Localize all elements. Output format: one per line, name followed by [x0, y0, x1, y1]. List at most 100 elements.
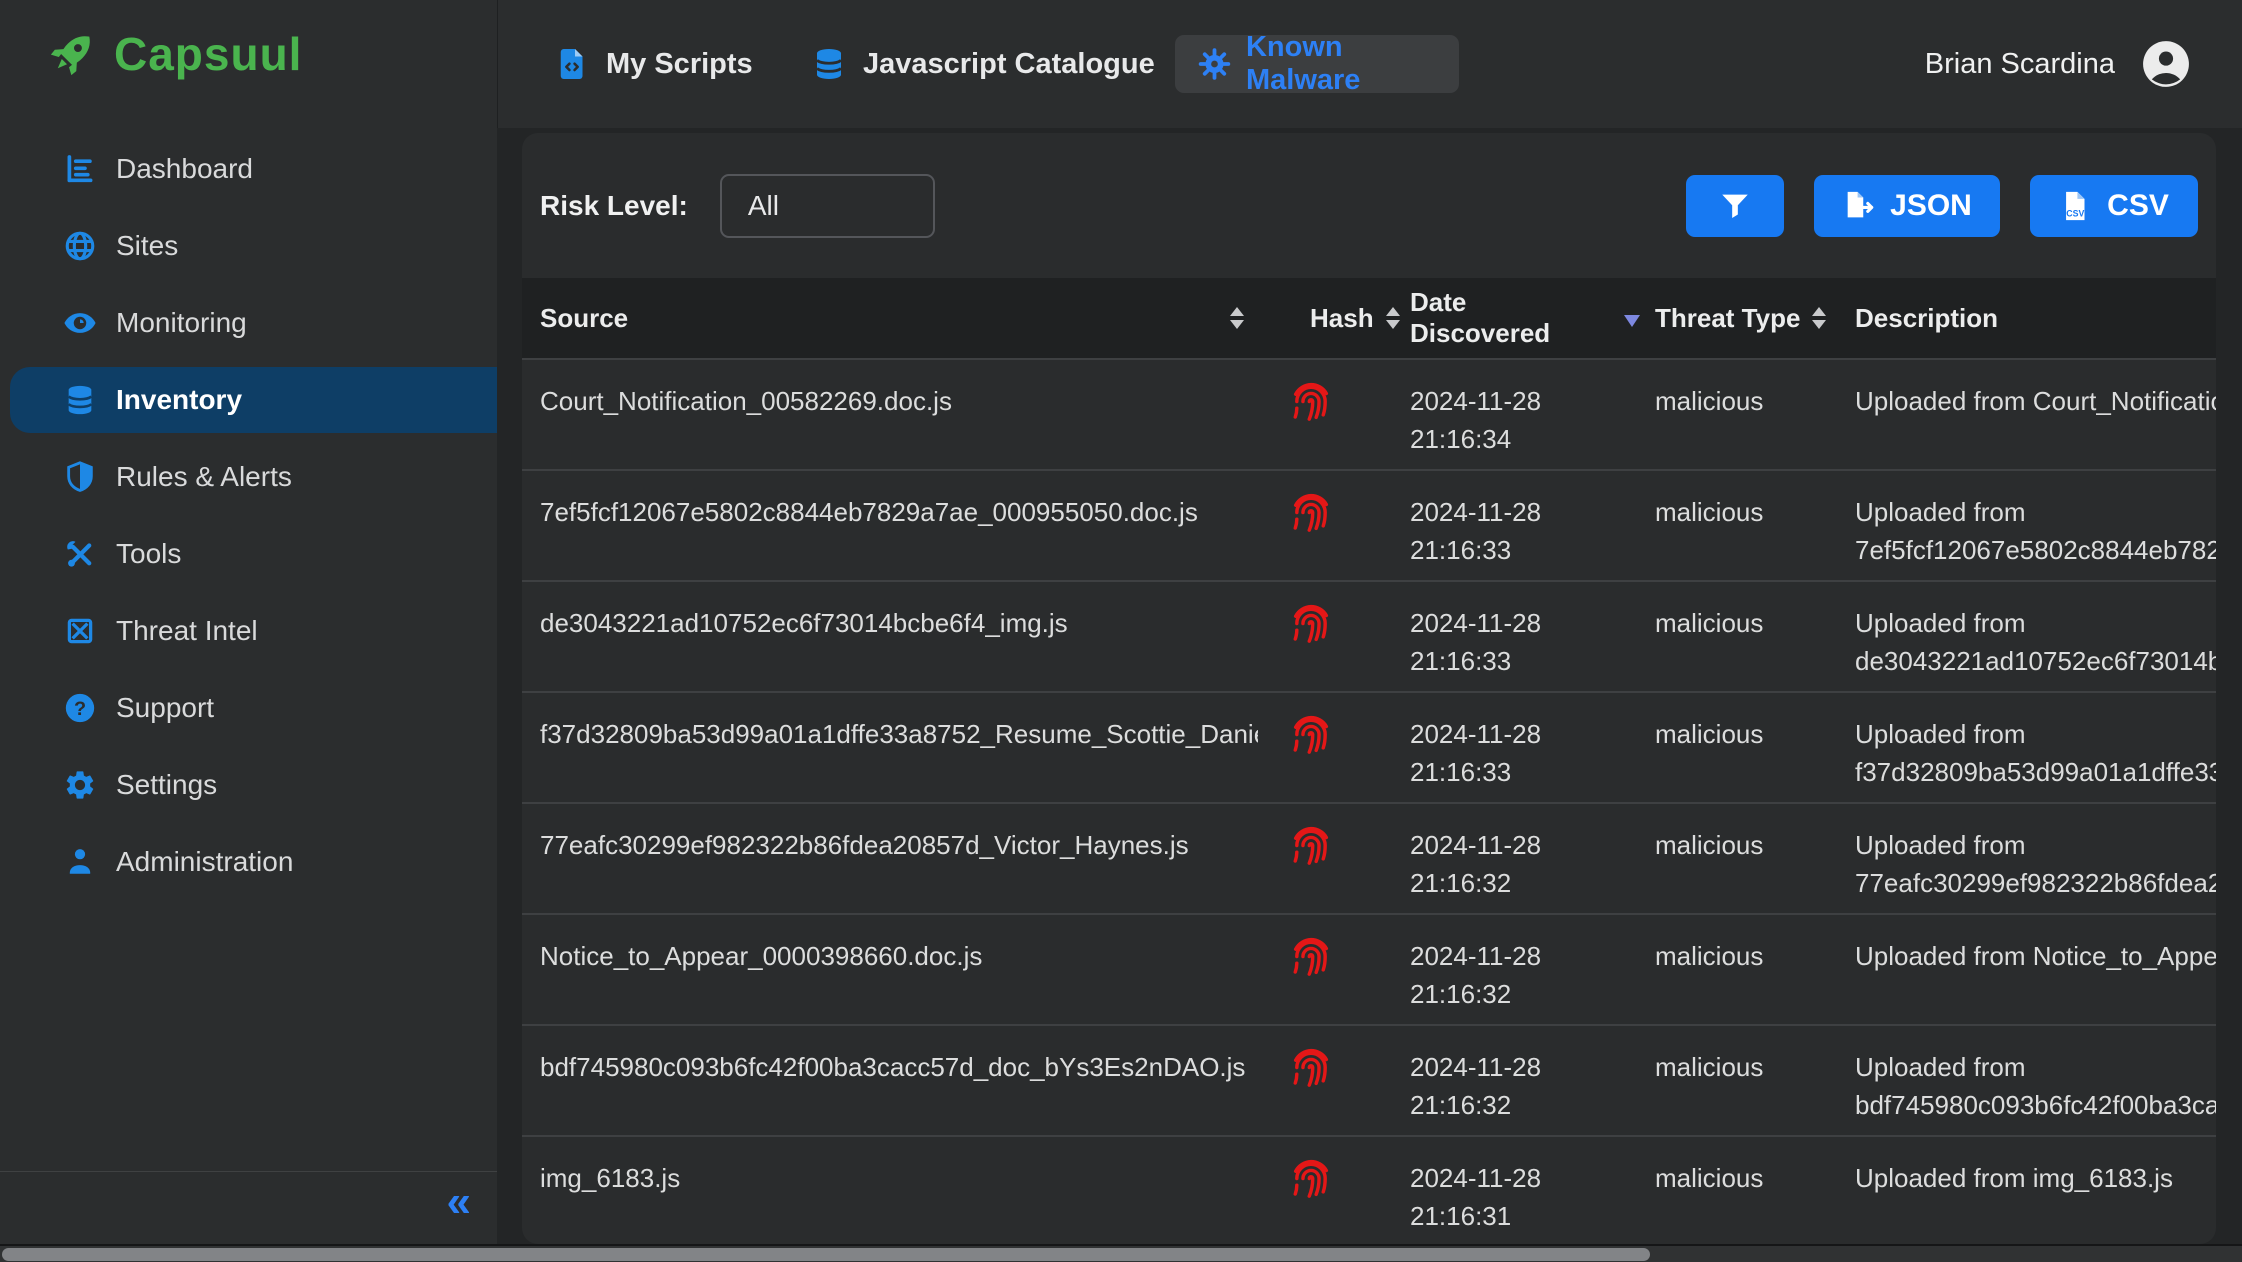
- sidebar-item-label: Settings: [116, 769, 217, 801]
- fingerprint-icon[interactable]: [1288, 820, 1334, 866]
- export-json-button[interactable]: JSON: [1814, 175, 2000, 237]
- table-row[interactable]: de3043221ad10752ec6f73014bcbe6f4_img.js …: [522, 580, 2216, 691]
- sidebar-item-inventory[interactable]: Inventory: [10, 367, 497, 433]
- user-menu[interactable]: Brian Scardina: [1925, 0, 2191, 128]
- column-label: Description: [1855, 303, 1998, 334]
- filter-button[interactable]: [1686, 175, 1784, 237]
- brand-logo[interactable]: Capsuul: [0, 0, 497, 82]
- sort-icon[interactable]: [1230, 307, 1244, 329]
- fingerprint-icon[interactable]: [1288, 598, 1334, 644]
- table-header: Source Hash Date Discovered Threat Type …: [522, 278, 2216, 358]
- sidebar-item-support[interactable]: ? Support: [10, 675, 497, 741]
- description-cell: Uploaded from bdf745980c093b6fc42f00ba3c…: [1840, 1026, 2216, 1135]
- fingerprint-icon[interactable]: [1288, 709, 1334, 755]
- svg-text:CSV: CSV: [2066, 208, 2084, 218]
- date-cell: 2024-11-28 21:16:33: [1390, 471, 1640, 580]
- column-header-source[interactable]: Source: [522, 278, 1258, 358]
- fingerprint-icon[interactable]: [1288, 1153, 1334, 1199]
- sidebar-item-sites[interactable]: Sites: [10, 213, 497, 279]
- tab-javascript-catalogue[interactable]: Javascript Catalogue: [811, 0, 1155, 128]
- sort-icon[interactable]: [1812, 307, 1826, 329]
- gear-icon: [62, 767, 98, 803]
- threat-type-cell: malicious: [1640, 1026, 1840, 1135]
- sidebar: Capsuul Dashboard Sites: [0, 0, 497, 1244]
- fingerprint-icon[interactable]: [1288, 487, 1334, 533]
- table-row[interactable]: Notice_to_Appear_0000398660.doc.js 2024-…: [522, 913, 2216, 1024]
- database-icon: [62, 382, 98, 418]
- date-cell: 2024-11-28 21:16:33: [1390, 693, 1640, 802]
- source-cell: Court_Notification_00582269.doc.js: [522, 360, 1258, 469]
- date-value: 2024-11-28: [1410, 382, 1640, 420]
- date-value: 2024-11-28: [1410, 1048, 1640, 1086]
- description-cell: Uploaded from 77eafc30299ef982322b86fdea…: [1840, 804, 2216, 913]
- risk-level-label: Risk Level:: [540, 190, 688, 222]
- time-value: 21:16:33: [1410, 531, 1640, 569]
- risk-level-select[interactable]: All: [720, 174, 935, 238]
- column-header-date-discovered[interactable]: Date Discovered: [1390, 278, 1640, 358]
- table-row[interactable]: 7ef5fcf12067e5802c8844eb7829a7ae_0009550…: [522, 469, 2216, 580]
- source-cell: 77eafc30299ef982322b86fdea20857d_Victor_…: [522, 804, 1258, 913]
- tab-label: My Scripts: [606, 48, 753, 81]
- time-value: 21:16:34: [1410, 420, 1640, 458]
- table-row[interactable]: Court_Notification_00582269.doc.js 2024-…: [522, 358, 2216, 469]
- export-csv-button[interactable]: CSV CSV: [2030, 175, 2198, 237]
- tab-label: Known Malware: [1246, 31, 1459, 97]
- table-row[interactable]: f37d32809ba53d99a01a1dffe33a8752_Resume_…: [522, 691, 2216, 802]
- threat-type-cell: malicious: [1640, 693, 1840, 802]
- threat-type-cell: malicious: [1640, 1137, 1840, 1244]
- avatar-icon[interactable]: [2141, 39, 2191, 89]
- tab-my-scripts[interactable]: My Scripts: [554, 0, 753, 128]
- sidebar-item-label: Tools: [116, 538, 181, 570]
- sidebar-item-administration[interactable]: Administration: [10, 829, 497, 895]
- database-icon: [811, 46, 847, 82]
- sidebar-item-tools[interactable]: Tools: [10, 521, 497, 587]
- sort-desc-icon[interactable]: [1624, 315, 1640, 327]
- table-row[interactable]: img_6183.js 2024-11-28 21:16:31 maliciou…: [522, 1135, 2216, 1244]
- fingerprint-icon[interactable]: [1288, 931, 1334, 977]
- column-label: Source: [540, 303, 628, 334]
- source-cell: 7ef5fcf12067e5802c8844eb7829a7ae_0009550…: [522, 471, 1258, 580]
- column-header-hash[interactable]: Hash: [1258, 278, 1390, 358]
- scrollbar-thumb[interactable]: [2, 1248, 1650, 1261]
- time-value: 21:16:33: [1410, 642, 1640, 680]
- source-cell: de3043221ad10752ec6f73014bcbe6f4_img.js: [522, 582, 1258, 691]
- fingerprint-icon[interactable]: [1288, 376, 1334, 422]
- sidebar-item-rules-alerts[interactable]: Rules & Alerts: [10, 444, 497, 510]
- date-value: 2024-11-28: [1410, 826, 1640, 864]
- sidebar-item-settings[interactable]: Settings: [10, 752, 497, 818]
- collapse-sidebar-icon[interactable]: «: [447, 1180, 471, 1224]
- table-row[interactable]: 77eafc30299ef982322b86fdea20857d_Victor_…: [522, 802, 2216, 913]
- filter-bar: Risk Level: All JSON: [522, 133, 2216, 278]
- threat-type-cell: malicious: [1640, 804, 1840, 913]
- description-cell: Uploaded from 7ef5fcf12067e5802c8844eb78…: [1840, 471, 2216, 580]
- sidebar-item-label: Dashboard: [116, 153, 253, 185]
- horizontal-scrollbar[interactable]: [0, 1244, 2242, 1262]
- help-icon: ?: [62, 690, 98, 726]
- date-cell: 2024-11-28 21:16:33: [1390, 582, 1640, 691]
- tab-known-malware[interactable]: Known Malware: [1175, 35, 1459, 93]
- tools-icon: [62, 536, 98, 572]
- sidebar-item-threat-intel[interactable]: Threat Intel: [10, 598, 497, 664]
- globe-icon: [62, 228, 98, 264]
- source-cell: Notice_to_Appear_0000398660.doc.js: [522, 915, 1258, 1024]
- hash-cell: [1258, 804, 1390, 913]
- fingerprint-icon[interactable]: [1288, 1042, 1334, 1088]
- date-cell: 2024-11-28 21:16:31: [1390, 1137, 1640, 1244]
- column-label: Date Discovered: [1410, 287, 1612, 349]
- column-label: Hash: [1310, 303, 1374, 334]
- time-value: 21:16:33: [1410, 753, 1640, 791]
- known-malware-panel: Risk Level: All JSON: [522, 133, 2216, 1244]
- malware-table: Source Hash Date Discovered Threat Type …: [522, 278, 2216, 1244]
- sidebar-item-dashboard[interactable]: Dashboard: [10, 136, 497, 202]
- sidebar-item-monitoring[interactable]: Monitoring: [10, 290, 497, 356]
- risk-level-value: All: [748, 190, 779, 222]
- column-header-threat-type[interactable]: Threat Type: [1640, 278, 1840, 358]
- source-cell: f37d32809ba53d99a01a1dffe33a8752_Resume_…: [522, 693, 1258, 802]
- sidebar-item-label: Inventory: [116, 384, 242, 416]
- user-name: Brian Scardina: [1925, 48, 2115, 81]
- svg-text:?: ?: [74, 698, 86, 720]
- column-header-description[interactable]: Description: [1840, 278, 2216, 358]
- date-cell: 2024-11-28 21:16:32: [1390, 915, 1640, 1024]
- date-value: 2024-11-28: [1410, 1159, 1640, 1197]
- table-row[interactable]: bdf745980c093b6fc42f00ba3cacc57d_doc_bYs…: [522, 1024, 2216, 1135]
